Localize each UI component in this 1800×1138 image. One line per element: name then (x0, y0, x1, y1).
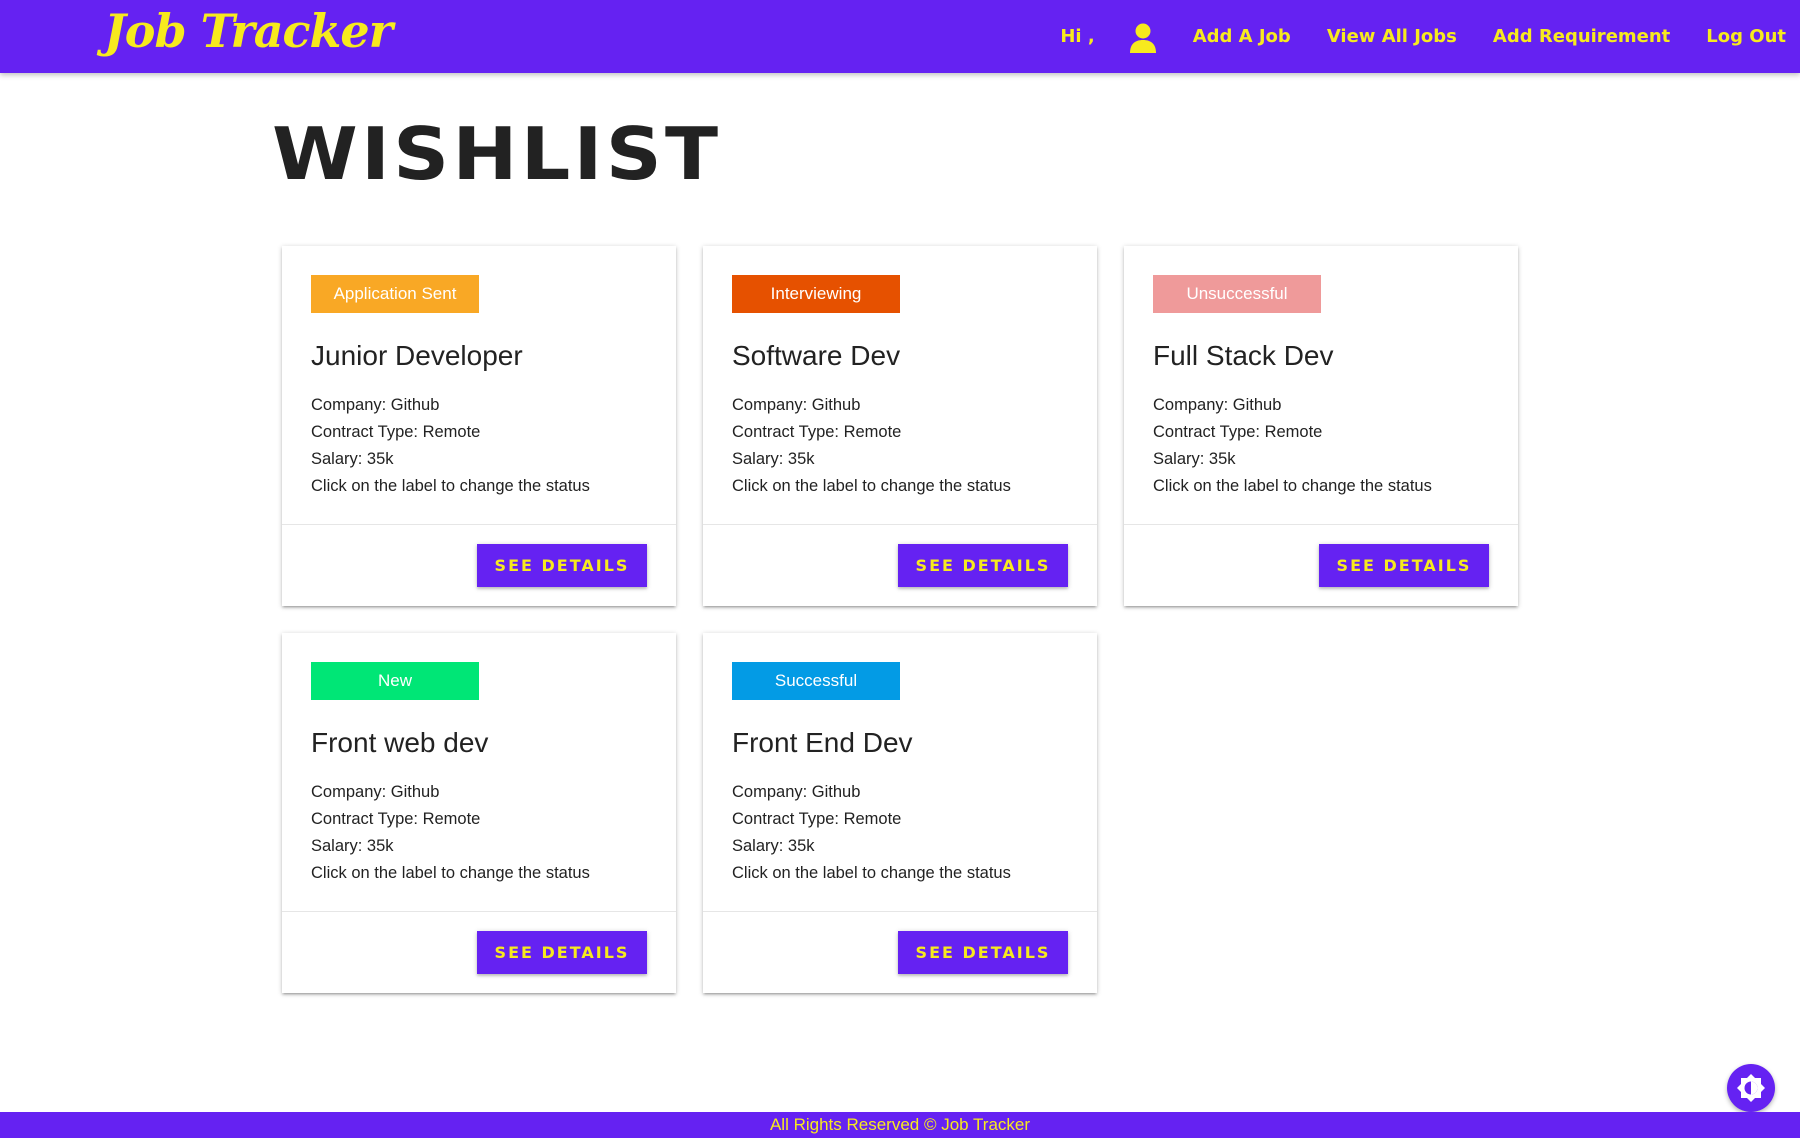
see-details-button[interactable]: SEE DETAILS (1319, 544, 1489, 587)
nav-add-requirement[interactable]: Add Requirement (1493, 26, 1670, 47)
job-card: Interviewing Software Dev Company: Githu… (703, 246, 1097, 606)
page-title: WISHLIST (272, 112, 722, 196)
job-title: Software Dev (732, 340, 901, 371)
job-title: Front web dev (311, 727, 489, 758)
status-label[interactable]: Application Sent (311, 275, 479, 313)
footer: All Rights Reserved © Job Tracker (0, 1112, 1800, 1138)
job-info: Company: Github Contract Type: Remote Sa… (311, 779, 590, 887)
see-details-button[interactable]: SEE DETAILS (898, 544, 1068, 587)
brightness-icon (1735, 1072, 1767, 1104)
status-label[interactable]: Unsuccessful (1153, 275, 1321, 313)
job-card-content: Successful Front End Dev Company: Github… (703, 633, 1097, 912)
job-card-content: Interviewing Software Dev Company: Githu… (703, 246, 1097, 525)
status-hint: Click on the label to change the status (1153, 477, 1432, 495)
job-info: Company: Github Contract Type: Remote Sa… (311, 392, 590, 500)
job-contract-type: Contract Type: Remote (732, 810, 902, 828)
navbar: Job Tracker Hi , Add A Job View All Jobs… (0, 0, 1800, 73)
job-company: Company: Github (732, 783, 861, 801)
job-contract-type: Contract Type: Remote (311, 810, 481, 828)
status-hint: Click on the label to change the status (732, 477, 1011, 495)
job-title: Full Stack Dev (1153, 340, 1334, 371)
job-contract-type: Contract Type: Remote (732, 423, 902, 441)
job-company: Company: Github (732, 396, 861, 414)
job-card: Unsuccessful Full Stack Dev Company: Git… (1124, 246, 1518, 606)
job-contract-type: Contract Type: Remote (1153, 423, 1323, 441)
job-salary: Salary: 35k (1153, 450, 1236, 468)
job-card: New Front web dev Company: Github Contra… (282, 633, 676, 993)
job-salary: Salary: 35k (311, 450, 394, 468)
job-card-content: Unsuccessful Full Stack Dev Company: Git… (1124, 246, 1518, 525)
user-icon[interactable] (1129, 23, 1157, 53)
job-info: Company: Github Contract Type: Remote Sa… (732, 779, 1011, 887)
footer-text: All Rights Reserved © Job Tracker (769, 1115, 1031, 1134)
nav-menu: Hi , Add A Job View All Jobs Add Require… (1060, 0, 1786, 73)
job-company: Company: Github (311, 396, 440, 414)
job-card: Successful Front End Dev Company: Github… (703, 633, 1097, 993)
job-info: Company: Github Contract Type: Remote Sa… (1153, 392, 1432, 500)
job-card-content: New Front web dev Company: Github Contra… (282, 633, 676, 912)
job-company: Company: Github (1153, 396, 1282, 414)
status-label[interactable]: Interviewing (732, 275, 900, 313)
see-details-button[interactable]: SEE DETAILS (898, 931, 1068, 974)
job-salary: Salary: 35k (311, 837, 394, 855)
job-card: Application Sent Junior Developer Compan… (282, 246, 676, 606)
job-card-content: Application Sent Junior Developer Compan… (282, 246, 676, 525)
job-info: Company: Github Contract Type: Remote Sa… (732, 392, 1011, 500)
theme-toggle-button[interactable] (1727, 1064, 1775, 1112)
status-hint: Click on the label to change the status (311, 864, 590, 882)
status-hint: Click on the label to change the status (311, 477, 590, 495)
job-contract-type: Contract Type: Remote (311, 423, 481, 441)
job-company: Company: Github (311, 783, 440, 801)
job-title: Junior Developer (311, 340, 523, 371)
nav-add-job[interactable]: Add A Job (1193, 26, 1291, 47)
brand-logo[interactable]: Job Tracker (104, 4, 393, 58)
status-hint: Click on the label to change the status (732, 864, 1011, 882)
job-title: Front End Dev (732, 727, 913, 758)
nav-view-all-jobs[interactable]: View All Jobs (1327, 26, 1457, 47)
job-salary: Salary: 35k (732, 450, 815, 468)
status-label[interactable]: Successful (732, 662, 900, 700)
see-details-button[interactable]: SEE DETAILS (477, 544, 647, 587)
see-details-button[interactable]: SEE DETAILS (477, 931, 647, 974)
status-label[interactable]: New (311, 662, 479, 700)
job-salary: Salary: 35k (732, 837, 815, 855)
nav-log-out[interactable]: Log Out (1706, 26, 1786, 47)
user-greeting: Hi , (1060, 26, 1095, 47)
